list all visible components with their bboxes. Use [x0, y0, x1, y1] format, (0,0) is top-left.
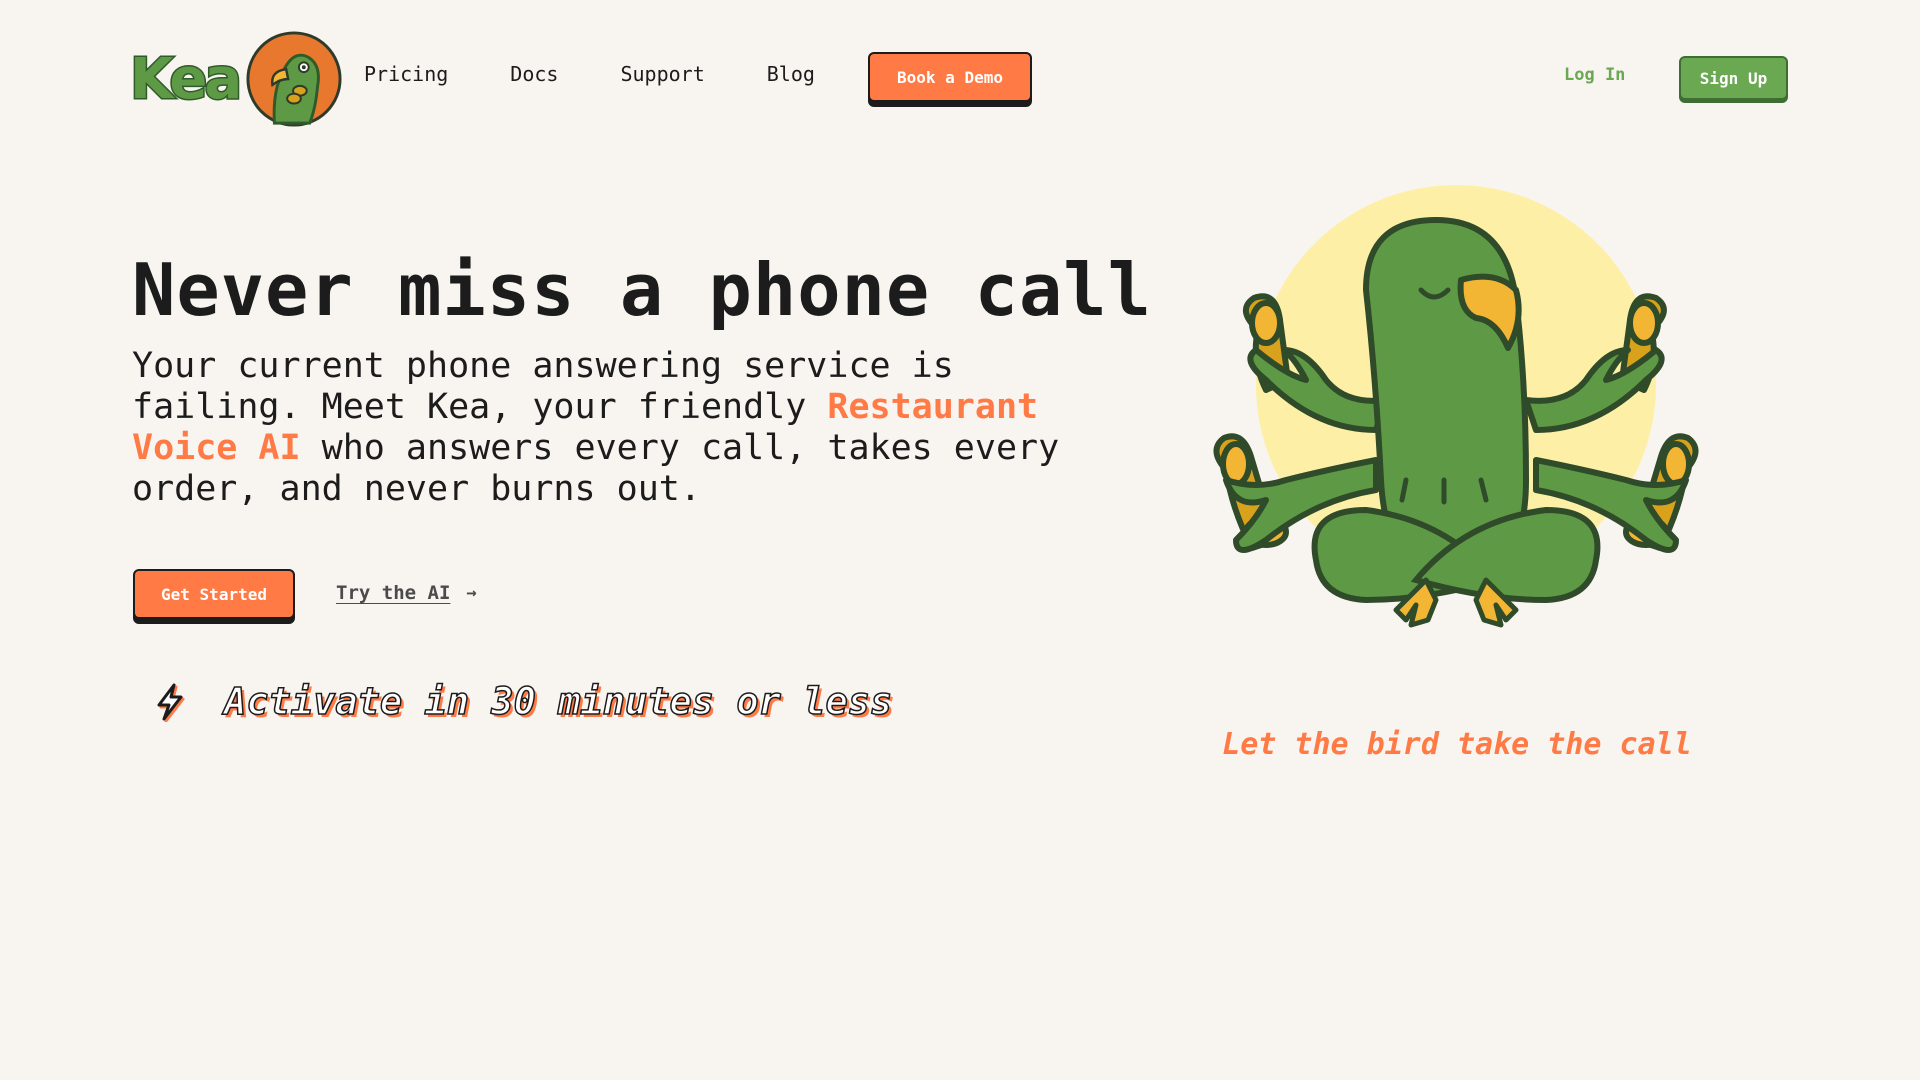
get-started-button[interactable]: Get Started: [133, 569, 295, 619]
logo-wordmark: Kea: [128, 45, 243, 113]
activation-callout: Activate in 30 minutes or less: [152, 679, 893, 724]
lightning-bolt-icon: [157, 683, 185, 722]
try-ai-label: Try the AI: [336, 582, 451, 604]
hero-title: Never miss a phone call: [132, 248, 1152, 332]
activation-text: Activate in 30 minutes or less: [223, 679, 893, 724]
login-link[interactable]: Log In: [1564, 65, 1625, 85]
arrow-right-icon: →: [466, 583, 477, 603]
nav-link-blog[interactable]: Blog: [767, 62, 815, 86]
nav-link-support[interactable]: Support: [620, 62, 704, 86]
parrot-mascot-icon: [1213, 185, 1699, 628]
logo[interactable]: Kea: [128, 30, 343, 128]
mascot-tagline: Let the bird take the call: [1222, 727, 1692, 762]
book-demo-button[interactable]: Book a Demo: [868, 52, 1032, 102]
hero-subtitle: Your current phone answering service is …: [132, 346, 1122, 510]
parrot-logo-icon: [246, 31, 342, 127]
top-navigation: Kea Pricing Docs Support Blog Book a Dem…: [0, 0, 1920, 150]
nav-link-docs[interactable]: Docs: [510, 62, 558, 86]
nav-link-pricing[interactable]: Pricing: [364, 62, 448, 86]
try-ai-link[interactable]: Try the AI →: [336, 582, 477, 604]
nav-links: Pricing Docs Support Blog: [364, 62, 877, 86]
signup-button[interactable]: Sign Up: [1679, 56, 1788, 100]
